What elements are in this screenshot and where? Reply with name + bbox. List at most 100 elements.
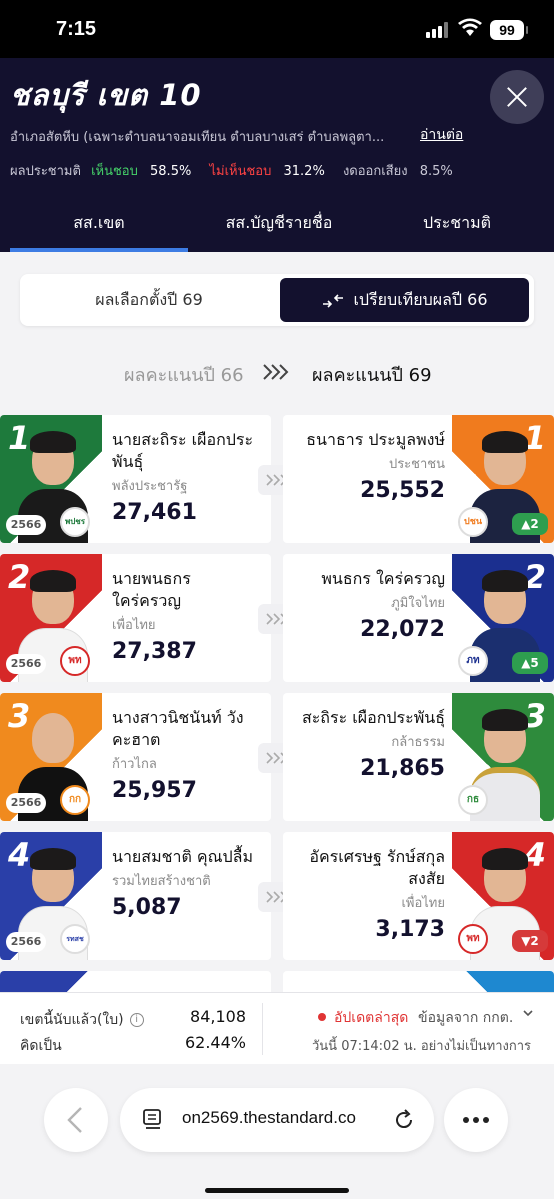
compare-year-header: ผลคะแนนปี 66 ผลคะแนนปี 69 bbox=[0, 356, 554, 386]
reload-icon[interactable] bbox=[392, 1108, 416, 1132]
divider bbox=[262, 1003, 263, 1055]
candidate-card-69-5[interactable] bbox=[283, 971, 554, 992]
candidate-name: พนธกร ใคร่ครวญ bbox=[321, 569, 445, 588]
candidate-name: สะถิระ เผือกประพันธุ์ bbox=[301, 708, 445, 727]
candidate-card-69-2[interactable]: พนธกร ใคร่ครวญ ภูมิใจไทย 22,072 2 ภท ▲5 bbox=[283, 554, 554, 682]
referendum-label: ผลประชามติ bbox=[10, 164, 81, 179]
candidate-photo: 2 ภท ▲5 bbox=[452, 554, 554, 682]
home-indicator bbox=[205, 1188, 349, 1193]
count-summary-bar: เขตนี้นับแล้ว(ใบ) i 84,108 คิดเป็น 62.44%… bbox=[0, 992, 554, 1064]
constituency-header: ชลบุรี เขต 10 อำเภอสัตหีบ (เฉพาะตำบลนาจอ… bbox=[0, 58, 554, 194]
agree-label: เห็นชอบ bbox=[91, 164, 138, 179]
page-title: ชลบุรี เขต 10 bbox=[10, 78, 202, 112]
counted-label: เขตนี้นับแล้ว(ใบ) bbox=[20, 1012, 124, 1028]
live-dot-icon bbox=[318, 1013, 326, 1021]
year-badge: 2566 bbox=[6, 793, 46, 813]
browser-toolbar: on2569.thestandard.co bbox=[0, 1064, 554, 1199]
year-66-label: ผลคะแนนปี 66 bbox=[124, 365, 244, 386]
candidate-card-69-3[interactable]: สะถิระ เผือกประพันธุ์ กล้าธรรม 21,865 3 … bbox=[283, 693, 554, 821]
abstain-label: งดออกเสียง bbox=[342, 164, 408, 179]
counted-label-row: เขตนี้นับแล้ว(ใบ) i bbox=[20, 1009, 144, 1031]
candidate-name: นายพนธกร ใคร่ครวญ bbox=[112, 569, 191, 610]
close-button[interactable] bbox=[490, 70, 544, 124]
candidate-card-69-1[interactable]: ธนาธาร ประมูลพงษ์ ประชาชน 25,552 1 ปชน ▲… bbox=[283, 415, 554, 543]
year-badge: 2566 bbox=[6, 654, 46, 674]
tab-constituency-mp[interactable]: สส.เขต bbox=[10, 194, 188, 252]
results-content: ผลเลือกตั้งปี 69 เปรียบเทียบผลปี 66 ผลคะ… bbox=[0, 252, 554, 992]
read-more-link[interactable]: อ่านต่อ bbox=[420, 124, 463, 146]
triple-chevron-icon bbox=[263, 364, 289, 380]
candidate-party: กล้าธรรม bbox=[391, 735, 445, 750]
candidate-votes: 25,552 bbox=[360, 478, 445, 503]
candidate-votes: 5,087 bbox=[112, 895, 182, 920]
toggle-compare-66[interactable]: เปรียบเทียบผลปี 66 bbox=[280, 278, 529, 322]
data-source[interactable]: ข้อมูลจาก กกต. bbox=[418, 1007, 513, 1029]
candidate-votes: 25,957 bbox=[112, 778, 197, 803]
candidate-party: ภูมิใจไทย bbox=[391, 596, 445, 611]
tab-referendum[interactable]: ประชามติ bbox=[370, 194, 544, 252]
candidate-card-66-4[interactable]: 4 2566 รทสช นายสมชาติ คุณปลื้ม รวมไทยสร้… bbox=[0, 832, 271, 960]
candidate-name: ธนาธาร ประมูลพงษ์ bbox=[306, 430, 445, 449]
candidate-photo: 2 2566 พท bbox=[0, 554, 102, 682]
party-logo-icon: กธ bbox=[458, 785, 488, 815]
view-toggle: ผลเลือกตั้งปี 69 เปรียบเทียบผลปี 66 bbox=[20, 274, 534, 326]
compare-icon bbox=[323, 293, 344, 308]
candidate-card-66-5[interactable] bbox=[0, 971, 271, 992]
signal-icon bbox=[426, 22, 452, 38]
party-logo-icon: กก bbox=[60, 785, 90, 815]
agree-percent: 58.5% bbox=[150, 164, 192, 179]
party-logo-icon: พปชร bbox=[60, 507, 90, 537]
back-button[interactable] bbox=[44, 1088, 108, 1152]
candidate-party: รวมไทยสร้างชาติ bbox=[112, 874, 211, 889]
referendum-result: ผลประชามติ เห็นชอบ 58.5% ไม่เห็นชอบ 31.2… bbox=[10, 160, 453, 181]
candidate-name: นายสะถิระ เผือกประพันธุ์ bbox=[112, 430, 254, 471]
chevron-left-icon bbox=[67, 1107, 82, 1133]
candidate-votes: 27,461 bbox=[112, 500, 197, 525]
candidate-card-66-3[interactable]: 3 2566 กก นางสาวนิชนันท์ วังคะฮาต ก้าวไก… bbox=[0, 693, 271, 821]
more-options-button[interactable] bbox=[444, 1088, 508, 1152]
url-text: on2569.thestandard.co bbox=[182, 1108, 356, 1127]
candidate-party: เพื่อไทย bbox=[401, 896, 445, 911]
more-icon bbox=[463, 1117, 489, 1123]
candidate-photo: 4 2566 รทสช bbox=[0, 832, 102, 960]
candidate-votes: 3,173 bbox=[375, 917, 445, 942]
party-logo-icon: พท bbox=[60, 646, 90, 676]
address-bar[interactable]: on2569.thestandard.co bbox=[120, 1088, 434, 1152]
candidate-card-69-4[interactable]: อัครเศรษฐ รักษ์สกุลสงสัย เพื่อไทย 3,173 … bbox=[283, 832, 554, 960]
candidate-photo: 4 พท ▼2 bbox=[452, 832, 554, 960]
tab-party-list-mp[interactable]: สส.บัญชีรายชื่อ bbox=[190, 194, 368, 252]
status-bar: 7:15 99 bbox=[0, 0, 554, 58]
candidate-photo: 1 2566 พปชร bbox=[0, 415, 102, 543]
percent-label: คิดเป็น bbox=[20, 1038, 62, 1054]
rank-change-badge: ▲2 bbox=[512, 513, 548, 535]
tabs-icon[interactable] bbox=[142, 1108, 164, 1132]
percent-value: 62.44% bbox=[184, 1033, 246, 1052]
info-icon[interactable]: i bbox=[129, 1013, 144, 1027]
candidate-party: ประชาชน bbox=[388, 457, 445, 472]
candidate-party: เพื่อไทย bbox=[112, 618, 156, 633]
district-description: อำเภอสัตหีบ (เฉพาะตำบลนาจอมเทียน ตำบลบาง… bbox=[10, 130, 385, 145]
toggle-compare-label: เปรียบเทียบผลปี 66 bbox=[353, 290, 488, 309]
party-logo-icon: ปชน bbox=[458, 507, 488, 537]
candidate-card-66-2[interactable]: 2 2566 พท นายพนธกร ใคร่ครวญ เพื่อไทย 27,… bbox=[0, 554, 271, 682]
year-badge: 2566 bbox=[6, 515, 46, 535]
candidate-party: พลังประชารัฐ bbox=[112, 479, 188, 494]
candidate-party: ก้าวไกล bbox=[112, 757, 157, 772]
rank-change-badge: ▼2 bbox=[512, 930, 548, 952]
status-time: 7:15 bbox=[56, 18, 97, 40]
toggle-election-69[interactable]: ผลเลือกตั้งปี 69 bbox=[20, 274, 278, 326]
candidate-votes: 21,865 bbox=[360, 756, 445, 781]
year-badge: 2566 bbox=[6, 932, 46, 952]
party-logo-icon: รทสช bbox=[60, 924, 90, 954]
candidate-card-66-1[interactable]: 1 2566 พปชร นายสะถิระ เผือกประพันธุ์ พลั… bbox=[0, 415, 271, 543]
wifi-icon bbox=[458, 18, 482, 36]
rank-change-badge: ▲5 bbox=[512, 652, 548, 674]
disagree-label: ไม่เห็นชอบ bbox=[209, 164, 272, 179]
candidate-name: นายสมชาติ คุณปลื้ม bbox=[112, 847, 253, 866]
candidate-votes: 27,387 bbox=[112, 639, 197, 664]
battery-icon: 99 bbox=[490, 20, 528, 40]
disagree-percent: 31.2% bbox=[283, 164, 325, 179]
counted-value: 84,108 bbox=[190, 1007, 246, 1026]
party-logo-icon: ภท bbox=[458, 646, 488, 676]
chevron-down-icon[interactable] bbox=[522, 1007, 534, 1019]
